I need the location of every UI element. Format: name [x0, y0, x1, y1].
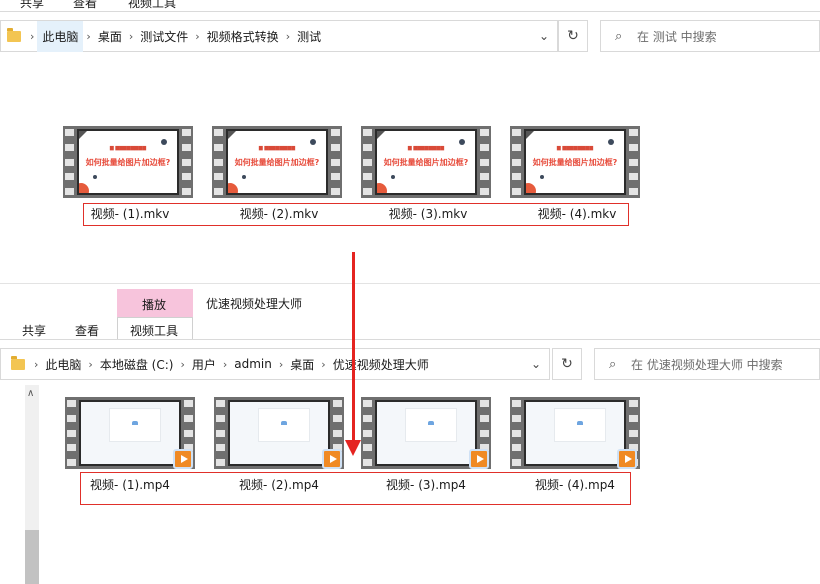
breadcrumb-users[interactable]: 用户 [188, 356, 220, 373]
thumb-title: 如何批量给图片加边框? [383, 158, 469, 167]
refresh-icon: ↻ [567, 28, 579, 44]
tab-video-tools[interactable]: 视频工具 [130, 322, 178, 339]
video-thumbnail[interactable]: ▆ ▆▆▆▆▆▆▆▆ 如何批量给图片加边框? [63, 126, 193, 198]
chevron-down-icon[interactable]: ⌄ [539, 29, 549, 43]
search-placeholder: 在 测试 中搜索 [637, 29, 717, 44]
chevron-right-icon: › [195, 29, 200, 43]
file-name[interactable]: 视频- (1).mkv [65, 205, 195, 222]
breadcrumb-test-files[interactable]: 测试文件 [136, 28, 192, 45]
file-name[interactable]: 视频- (4).mkv [512, 205, 642, 222]
breadcrumb-this-pc[interactable]: 此电脑 [41, 356, 85, 373]
refresh-button-top[interactable]: ↻ [558, 20, 588, 52]
folder-icon [11, 355, 25, 370]
search-icon: ⌕ [615, 28, 623, 44]
arrow-line [352, 252, 355, 442]
tab-view[interactable]: 查看 [75, 322, 99, 339]
tab-share-top[interactable]: 共享 [20, 0, 44, 11]
scrollbar-thumb[interactable] [25, 530, 39, 584]
tab-share[interactable]: 共享 [22, 322, 46, 339]
tab-video-tools-top[interactable]: 视频工具 [128, 0, 176, 11]
file-name[interactable]: 视频- (4).mp4 [510, 476, 640, 493]
video-thumbnail[interactable]: ▆ ▆▆▆▆▆▆▆▆ 如何批量给图片加边框? [212, 126, 342, 198]
file-name[interactable]: 视频- (1).mp4 [65, 476, 195, 493]
play-icon [617, 449, 637, 469]
refresh-icon: ↻ [561, 356, 573, 372]
tab-view-top[interactable]: 查看 [73, 0, 97, 11]
refresh-button[interactable]: ↻ [552, 348, 582, 380]
chevron-right-icon: › [88, 357, 93, 371]
breadcrumb-test[interactable]: 测试 [293, 28, 325, 45]
search-input-top[interactable]: ⌕ 在 测试 中搜索 [600, 20, 820, 52]
arrow-down-icon [345, 440, 361, 456]
chevron-right-icon: › [222, 357, 228, 371]
window-divider [0, 283, 820, 284]
video-thumbnail[interactable]: ▆ ▆▆▆▆▆▆▆▆ 如何批量给图片加边框? [510, 126, 640, 198]
breadcrumb-local-disk[interactable]: 本地磁盘 (C:) [96, 356, 178, 373]
chevron-right-icon: › [180, 357, 185, 371]
address-bar-top[interactable]: › 此电脑 › 桌面 › 测试文件 › 视频格式转换 › 测试 ⌄ [0, 20, 558, 52]
thumb-title: 如何批量给图片加边框? [532, 158, 618, 167]
breadcrumb-app-folder[interactable]: 优速视频处理大师 [329, 356, 433, 373]
video-thumbnail[interactable]: ▆ ▆▆▆▆▆▆▆▆ 如何批量给图片加边框? [361, 126, 491, 198]
chevron-right-icon: › [321, 357, 326, 371]
chevron-right-icon: › [34, 357, 39, 371]
scroll-up-icon[interactable]: ∧ [27, 388, 34, 399]
breadcrumb-desktop[interactable]: 桌面 [94, 28, 126, 45]
play-icon [322, 449, 342, 469]
search-placeholder: 在 优速视频处理大师 中搜索 [631, 357, 783, 372]
file-name[interactable]: 视频- (2).mp4 [214, 476, 344, 493]
folder-icon [7, 27, 21, 42]
breadcrumb-admin[interactable]: admin [230, 357, 276, 371]
breadcrumb-format-convert[interactable]: 视频格式转换 [203, 28, 283, 45]
chevron-right-icon: › [285, 29, 291, 43]
context-tab-play[interactable]: 播放 [142, 296, 166, 313]
breadcrumb-this-pc[interactable]: 此电脑 [37, 20, 84, 52]
chevron-right-icon: › [278, 357, 284, 371]
search-icon: ⌕ [609, 356, 617, 372]
window-title: 优速视频处理大师 [206, 297, 303, 311]
thumb-title: 如何批量给图片加边框? [234, 158, 320, 167]
chevron-right-icon: › [30, 29, 35, 43]
chevron-right-icon: › [86, 29, 91, 43]
thumb-title: 如何批量给图片加边框? [85, 158, 171, 167]
search-input[interactable]: ⌕ 在 优速视频处理大师 中搜索 [594, 348, 820, 380]
file-name[interactable]: 视频- (3).mp4 [361, 476, 491, 493]
play-icon [469, 449, 489, 469]
address-bar[interactable]: › 此电脑 › 本地磁盘 (C:) › 用户 › admin › 桌面 › 优速… [0, 348, 550, 380]
breadcrumb-desktop[interactable]: 桌面 [286, 356, 318, 373]
chevron-down-icon[interactable]: ⌄ [531, 357, 541, 371]
file-name[interactable]: 视频- (2).mkv [214, 205, 344, 222]
play-icon [173, 449, 193, 469]
file-name[interactable]: 视频- (3).mkv [363, 205, 493, 222]
chevron-right-icon: › [128, 29, 134, 43]
